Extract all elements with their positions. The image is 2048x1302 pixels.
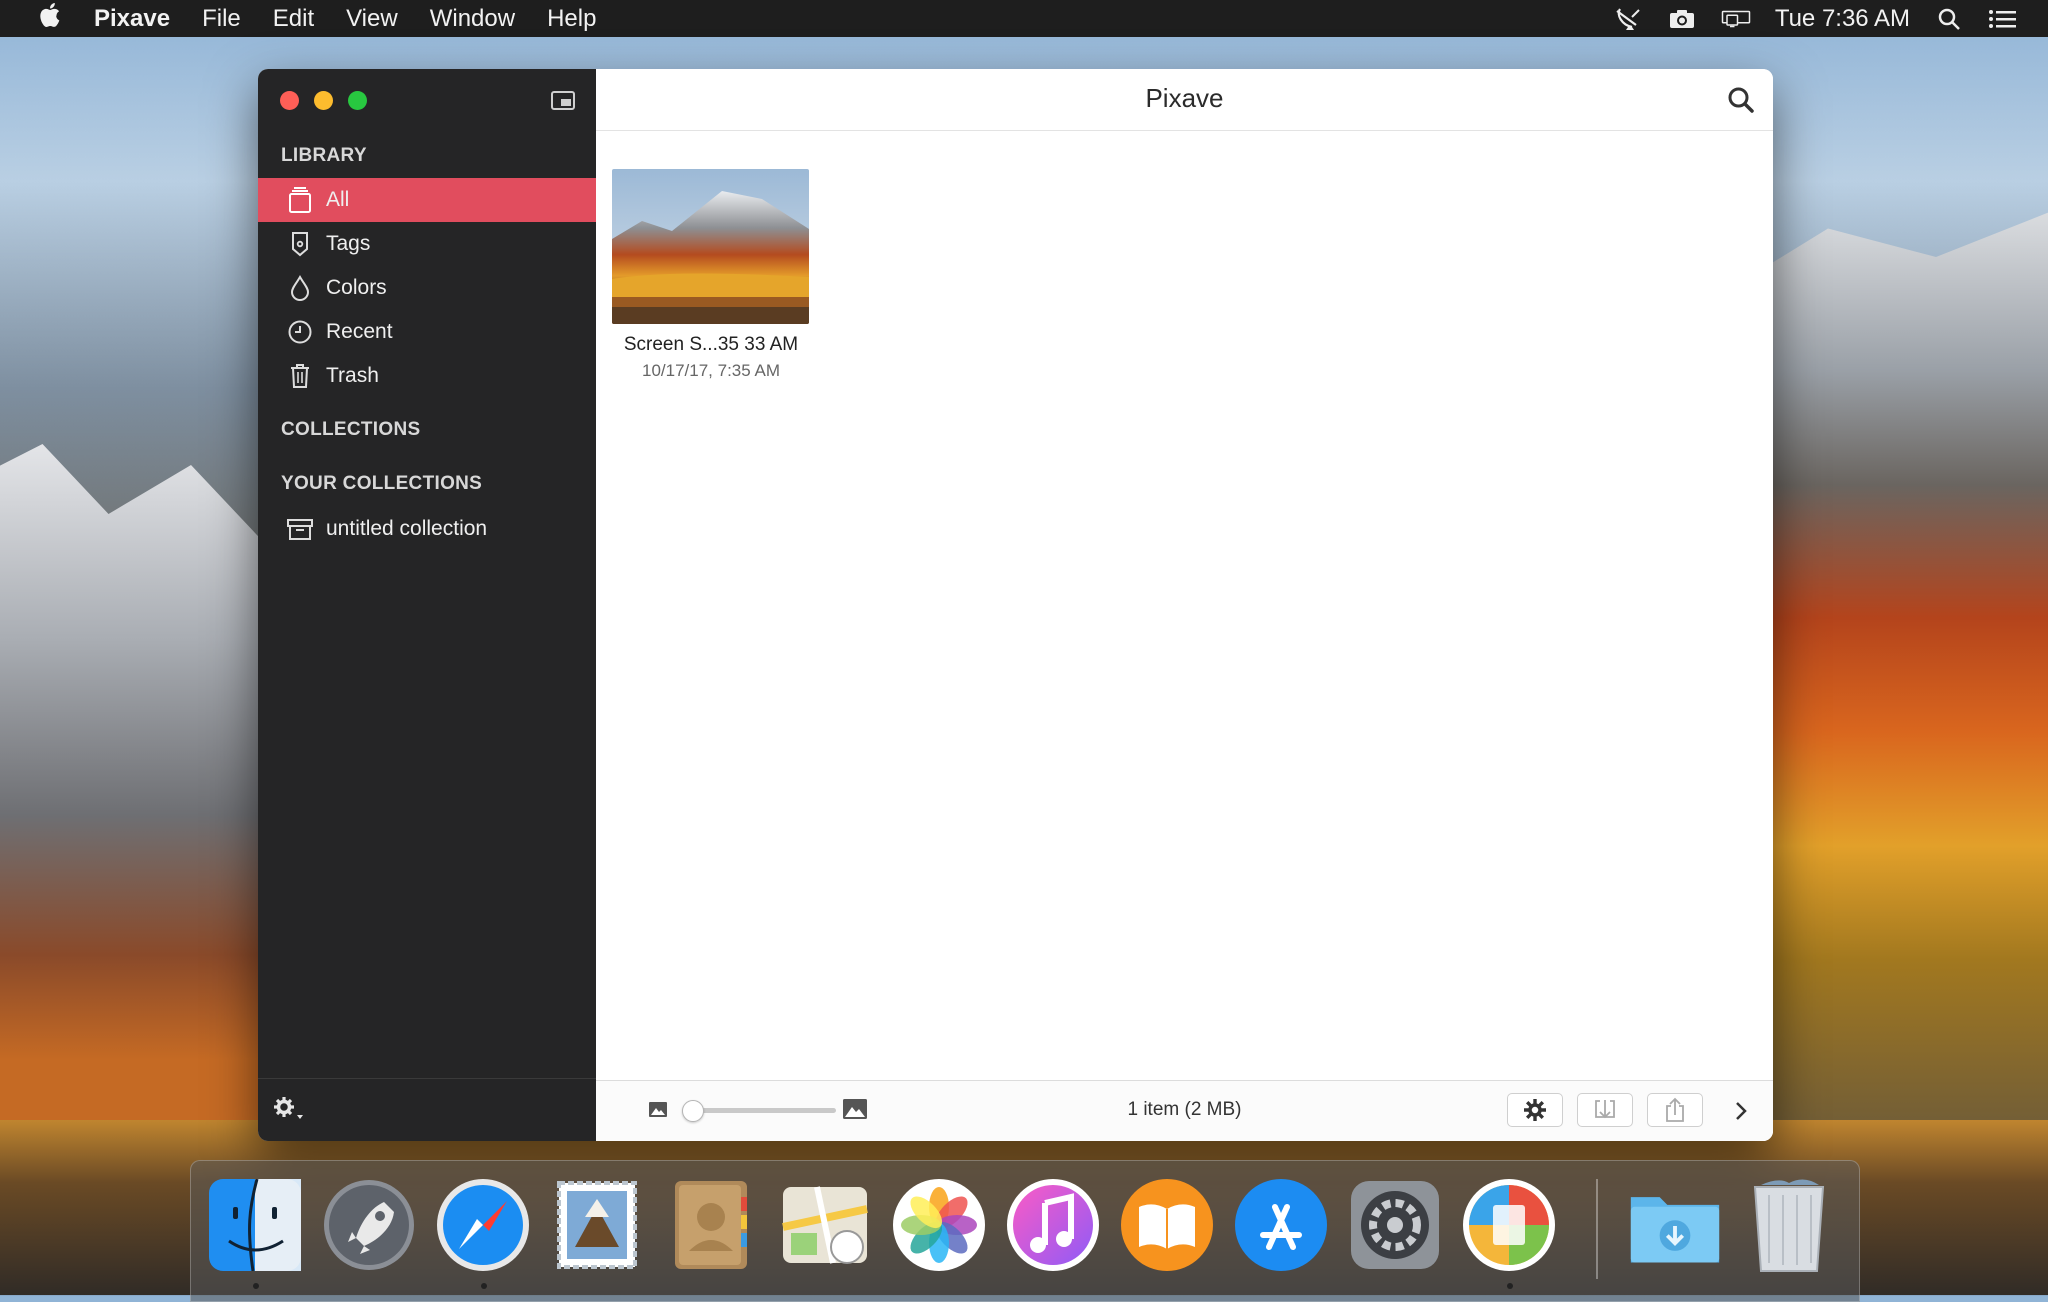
dock-running-indicator [481, 1283, 487, 1289]
sidebar: LIBRARY All Tags Colors Recent Trash COL… [258, 69, 596, 1141]
all-icon [286, 186, 314, 214]
spotlight-search-icon[interactable] [1934, 7, 1964, 31]
sidebar-item-untitled-collection[interactable]: untitled collection [258, 507, 596, 551]
library-header: LIBRARY [281, 145, 367, 166]
sidebar-item-label: All [326, 188, 350, 211]
bottom-toolbar: 1 item (2 MB) [596, 1080, 1773, 1141]
menubar-clock[interactable]: Tue 7:36 AM [1775, 5, 1910, 33]
import-button[interactable] [1577, 1093, 1633, 1127]
share-icon [1666, 1097, 1684, 1122]
dock [190, 1160, 1860, 1302]
clock-icon [286, 318, 314, 346]
trash-icon [286, 362, 314, 390]
import-icon [1595, 1100, 1615, 1119]
sidebar-item-colors[interactable]: Colors [258, 266, 596, 310]
dock-separator [1596, 1179, 1598, 1279]
sidebar-item-all[interactable]: All [258, 178, 596, 222]
gear-icon [1524, 1099, 1546, 1121]
dock-system-preferences-icon[interactable] [1347, 1177, 1443, 1273]
dock-app-store-icon[interactable] [1233, 1177, 1329, 1273]
minimize-window-button[interactable] [314, 91, 333, 110]
drop-icon [286, 274, 314, 302]
thumbnail-image[interactable] [612, 169, 809, 324]
dock-running-indicator [253, 1283, 259, 1289]
dock-pixave-icon[interactable] [1461, 1177, 1557, 1273]
menu-bar: Pixave File Edit View Window Help Tue 7:… [0, 0, 2048, 37]
menu-view[interactable]: View [346, 5, 398, 33]
dock-launchpad-icon[interactable] [321, 1177, 417, 1273]
collections-header[interactable]: COLLECTIONS [281, 419, 420, 441]
close-window-button[interactable] [280, 91, 299, 110]
sidebar-item-trash[interactable]: Trash [258, 354, 596, 398]
notification-center-icon[interactable] [1988, 7, 2018, 31]
menu-edit[interactable]: Edit [273, 5, 314, 33]
item-name: Screen S...35 33 AM [623, 334, 799, 355]
sidebar-item-recent[interactable]: Recent [258, 310, 596, 354]
sidebar-item-label: untitled collection [326, 517, 488, 540]
sidebar-item-label: Recent [326, 320, 393, 343]
wallpaper-mountain-left [0, 444, 290, 1130]
menu-window[interactable]: Window [430, 5, 515, 33]
your-collections-header[interactable]: YOUR COLLECTIONS [281, 473, 482, 495]
camera-icon[interactable] [1667, 7, 1697, 31]
apple-menu-icon[interactable] [32, 2, 68, 35]
grid-item[interactable]: Screen S...35 33 AM 10/17/17, 7:35 AM [596, 69, 836, 399]
sidebar-item-tags[interactable]: Tags [258, 222, 596, 266]
dock-finder-icon[interactable] [207, 1177, 303, 1273]
dock-safari-icon[interactable] [435, 1177, 531, 1273]
sidebar-item-label: Tags [326, 232, 371, 255]
share-button[interactable] [1647, 1093, 1703, 1127]
tag-icon [286, 230, 314, 258]
chevron-right-icon[interactable] [1729, 1095, 1753, 1127]
display-mirroring-icon[interactable] [1721, 7, 1751, 31]
dock-trash-icon[interactable] [1741, 1177, 1837, 1273]
item-date: 10/17/17, 7:35 AM [642, 361, 780, 380]
dock-ibooks-icon[interactable] [1119, 1177, 1215, 1273]
gear-icon [274, 1097, 303, 1119]
dock-contacts-icon[interactable] [663, 1177, 759, 1273]
sidebar-bottom-bar [258, 1078, 596, 1141]
dock-running-indicator [1507, 1283, 1513, 1289]
menu-app-name[interactable]: Pixave [94, 5, 170, 33]
archive-box-icon [286, 515, 314, 543]
zoom-window-button[interactable] [348, 91, 367, 110]
action-menu-button[interactable] [272, 1093, 312, 1125]
pixave-window: LIBRARY All Tags Colors Recent Trash COL… [258, 69, 1773, 1141]
sidebar-item-label: Trash [326, 364, 379, 387]
dock-itunes-icon[interactable] [1005, 1177, 1101, 1273]
toggle-preview-icon[interactable] [551, 91, 575, 110]
search-icon[interactable] [1727, 86, 1755, 114]
dock-downloads-folder-icon[interactable] [1627, 1177, 1723, 1273]
sidebar-item-label: Colors [326, 276, 387, 299]
dock-photos-icon[interactable] [891, 1177, 987, 1273]
menu-file[interactable]: File [202, 5, 241, 33]
satellite-dish-icon[interactable] [1613, 7, 1643, 31]
main-content: Pixave Screen S...35 33 AM 10/17/17, 7:3… [596, 69, 1773, 1141]
dock-maps-icon[interactable] [777, 1177, 873, 1273]
menu-help[interactable]: Help [547, 5, 596, 33]
window-controls [280, 91, 367, 110]
dock-mail-icon[interactable] [549, 1177, 645, 1273]
settings-button[interactable] [1507, 1093, 1563, 1127]
